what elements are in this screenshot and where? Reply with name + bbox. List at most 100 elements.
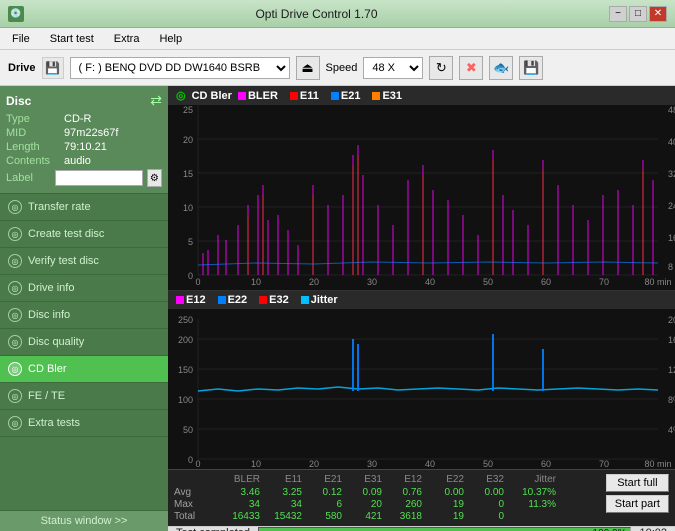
svg-text:12%: 12% xyxy=(668,365,675,375)
legend-e11: E11 xyxy=(290,90,319,102)
refresh-button[interactable]: ↻ xyxy=(429,56,453,80)
disc-refresh-icon[interactable]: ⇄ xyxy=(150,92,162,109)
legend-color-bler xyxy=(238,92,246,100)
eject-button[interactable]: ⏏ xyxy=(296,56,320,80)
legend-color-jitter xyxy=(301,296,309,304)
stats-max-e11: 34 xyxy=(260,499,302,510)
disc-length-label: Length xyxy=(6,141,64,153)
close-button[interactable]: ✕ xyxy=(649,6,667,22)
legend-color-e31 xyxy=(372,92,380,100)
svg-text:25: 25 xyxy=(183,105,193,115)
svg-text:5: 5 xyxy=(188,237,193,247)
svg-text:24 X: 24 X xyxy=(668,201,675,211)
svg-text:80 min: 80 min xyxy=(644,459,671,469)
status-window-button[interactable]: Status window >> xyxy=(0,510,168,531)
stats-total-jitter xyxy=(504,511,556,522)
nav-label-disc-info: Disc info xyxy=(28,309,70,321)
svg-text:10: 10 xyxy=(183,203,193,213)
stats-label-max: Max xyxy=(174,499,212,510)
stats-max-jitter: 11.3% xyxy=(504,499,556,510)
svg-text:100: 100 xyxy=(178,395,193,405)
svg-text:30: 30 xyxy=(367,277,377,287)
stats-max-e32: 0 xyxy=(464,499,504,510)
svg-text:20: 20 xyxy=(309,277,319,287)
chart-lower-legend: E12 E22 E32 Jitter xyxy=(168,291,675,309)
svg-text:20: 20 xyxy=(183,135,193,145)
legend-color-e21 xyxy=(331,92,339,100)
stats-max-e12: 260 xyxy=(382,499,422,510)
legend-e12: E12 xyxy=(176,294,206,306)
start-full-button[interactable]: Start full xyxy=(606,474,669,492)
restore-button[interactable]: □ xyxy=(629,6,647,22)
start-part-button[interactable]: Start part xyxy=(606,495,669,513)
stats-col-e32: E32 xyxy=(464,474,504,485)
svg-text:0: 0 xyxy=(188,271,193,281)
disc-contents-value: audio xyxy=(64,155,91,167)
menu-help[interactable]: Help xyxy=(151,31,190,47)
stats-max-bler: 34 xyxy=(212,499,260,510)
stats-col-e22: E22 xyxy=(422,474,464,485)
stats-row-avg: Avg 3.46 3.25 0.12 0.09 0.76 0.00 0.00 1… xyxy=(174,487,598,498)
legend-e22: E22 xyxy=(218,294,248,306)
svg-text:30: 30 xyxy=(367,459,377,469)
clear-button[interactable]: ✖ xyxy=(459,56,483,80)
chart-title-text: CD Bler xyxy=(192,90,232,102)
svg-text:10: 10 xyxy=(251,459,261,469)
stats-total-e31: 421 xyxy=(342,511,382,522)
legend-color-e32 xyxy=(259,296,267,304)
app-status-bar: Test completed 100.0% 10:02 xyxy=(168,526,675,531)
nav-label-create-test-disc: Create test disc xyxy=(28,228,104,240)
drive-select[interactable]: ( F: ) BENQ DVD DD DW1640 BSRB xyxy=(70,57,290,79)
stats-col-e11: E11 xyxy=(260,474,302,485)
stats-avg-bler: 3.46 xyxy=(212,487,260,498)
svg-text:70: 70 xyxy=(599,459,609,469)
disc-label-input[interactable] xyxy=(55,170,143,186)
svg-text:15: 15 xyxy=(183,169,193,179)
sidebar-item-extra-tests[interactable]: ◎ Extra tests xyxy=(0,410,168,437)
save-button[interactable]: 💾 xyxy=(519,56,543,80)
chart-lower-svg: 0 50 100 150 200 250 0 10 20 30 40 50 60… xyxy=(168,309,675,469)
disc-settings-button[interactable]: ⚙ xyxy=(147,169,162,187)
sidebar-item-transfer-rate[interactable]: ◎ Transfer rate xyxy=(0,194,168,221)
disc-mid-value: 97m22s67f xyxy=(64,127,118,139)
svg-text:20%: 20% xyxy=(668,315,675,325)
sidebar-item-disc-info[interactable]: ◎ Disc info xyxy=(0,302,168,329)
legend-e32: E32 xyxy=(259,294,289,306)
sidebar-item-cd-bler[interactable]: ◎ CD Bler xyxy=(0,356,168,383)
status-text: Test completed xyxy=(176,527,250,531)
svg-text:60: 60 xyxy=(541,459,551,469)
svg-text:16%: 16% xyxy=(668,335,675,345)
legend-e21: E21 xyxy=(331,90,361,102)
legend-color-e11 xyxy=(290,92,298,100)
svg-text:50: 50 xyxy=(183,425,193,435)
svg-text:10: 10 xyxy=(251,277,261,287)
nav-label-drive-info: Drive info xyxy=(28,282,74,294)
export-button[interactable]: 🐟 xyxy=(489,56,513,80)
app-icon: 💿 xyxy=(8,6,24,22)
svg-text:40: 40 xyxy=(425,459,435,469)
stats-total-e32: 0 xyxy=(464,511,504,522)
speed-select[interactable]: 48 X xyxy=(363,57,423,79)
menu-file[interactable]: File xyxy=(4,31,38,47)
menu-start-test[interactable]: Start test xyxy=(42,31,102,47)
stats-col-jitter: Jitter xyxy=(504,474,556,485)
stats-max-e22: 19 xyxy=(422,499,464,510)
sidebar-item-create-test-disc[interactable]: ◎ Create test disc xyxy=(0,221,168,248)
sidebar-item-verify-test-disc[interactable]: ◎ Verify test disc xyxy=(0,248,168,275)
menu-extra[interactable]: Extra xyxy=(106,31,148,47)
svg-text:50: 50 xyxy=(483,459,493,469)
menu-bar: File Start test Extra Help xyxy=(0,28,675,50)
stats-col-bler: BLER xyxy=(212,474,260,485)
nav-icon-disc-info: ◎ xyxy=(8,308,22,322)
sidebar-item-disc-quality[interactable]: ◎ Disc quality xyxy=(0,329,168,356)
minimize-button[interactable]: − xyxy=(609,6,627,22)
svg-text:8%: 8% xyxy=(668,395,675,405)
nav-icon-create-test-disc: ◎ xyxy=(8,227,22,241)
nav-label-disc-quality: Disc quality xyxy=(28,336,84,348)
sidebar-item-fe-te[interactable]: ◎ FE / TE xyxy=(0,383,168,410)
svg-text:250: 250 xyxy=(178,315,193,325)
sidebar-item-drive-info[interactable]: ◎ Drive info xyxy=(0,275,168,302)
svg-text:40: 40 xyxy=(425,277,435,287)
stats-avg-e11: 3.25 xyxy=(260,487,302,498)
stats-col-e21: E21 xyxy=(302,474,342,485)
